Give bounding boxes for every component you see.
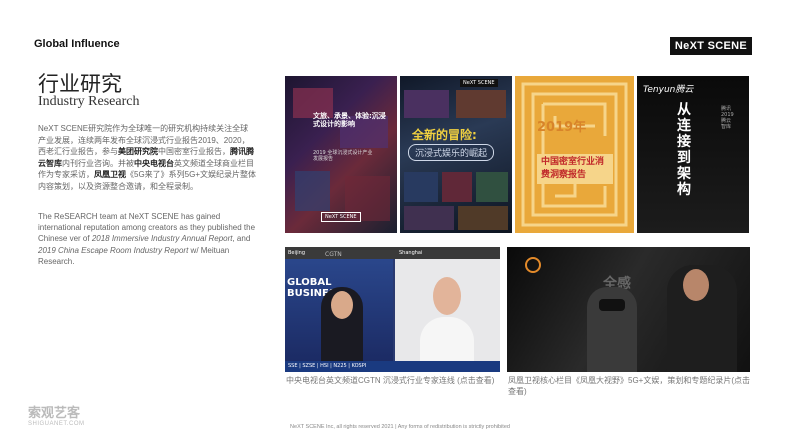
cover2-logo: NeXT SCENE (460, 79, 498, 87)
caption-cgtn[interactable]: 中央电视台英文频道CGTN 沉浸式行业专家连线 (点击查看) (286, 375, 501, 386)
report-cover-tencent[interactable]: Tenyun腾云 从连接到架构 腾讯2019 腾云智库 (637, 76, 749, 233)
cover1-title: 文旅、承景、体验:沉浸式设计的影响 (313, 112, 386, 128)
cover2-subtitle: 沉浸式娱乐的崛起 (408, 144, 495, 161)
stock-ticker: SSE | SZSE | HSI | N225 | KOSPI (288, 363, 367, 369)
cover4-side-text: 腾讯2019 腾云智库 (721, 106, 734, 130)
report-cover-new-adventure[interactable]: NeXT SCENE 全新的冒险: 沉浸式娱乐的崛起 (400, 76, 512, 233)
cgtn-interview-photo[interactable]: Beijing Shanghai CGTN GLOBAL BUSINESS SS… (285, 247, 500, 372)
guest-face (433, 277, 461, 315)
description-cn: NeXT SCENE研究院作为全球唯一的研究机构持续关注全球产业发展，连续两年发… (38, 124, 257, 191)
person-face-right (683, 269, 709, 301)
report-cover-immersive-design[interactable]: 文旅、承景、体验:沉浸式设计的影响 2019 全球沉浸式设计产业发展报告 NeX… (285, 76, 397, 233)
phoenix-vr-photo[interactable]: 全感 (507, 247, 750, 372)
show-banner: GLOBAL BUSINESS (287, 277, 343, 299)
cover2-title: 全新的冒险: (412, 128, 477, 142)
footer-copyright: NeXT SCENE Inc, all rights reserved 2021… (290, 424, 510, 430)
report-cover-escape-room[interactable]: 2019年 中国密室行业消费洞察报告 (515, 76, 634, 233)
section-title: Global Influence (34, 38, 120, 50)
page-title-en: Industry Research (38, 94, 140, 109)
caption-phoenix[interactable]: 凤凰卫视核心栏目《凤凰大视野》5G+文娱，策划和专题纪录片(点击查看) (508, 375, 753, 397)
channel-logo: CGTN (325, 251, 342, 258)
cover3-title: 中国密室行业消费洞察报告 (537, 154, 613, 184)
cover1-subtitle: 2019 全球沉浸式设计产业发展报告 (313, 150, 373, 162)
anchor-face (331, 291, 353, 319)
location-shanghai: Shanghai (399, 250, 423, 256)
cover4-title: 从连接到架构 (677, 102, 691, 198)
description-en: The ReSEARCH team at NeXT SCENE has gain… (38, 212, 256, 266)
cover4-brand: Tenyun腾云 (643, 85, 694, 95)
location-beijing: Beijing (288, 250, 306, 256)
cover3-year: 2019年 (537, 120, 587, 135)
phoenix-logo-icon (525, 257, 541, 273)
brand-logo: NeXT SCENE (669, 37, 752, 55)
cover1-logo: NeXT SCENE (321, 212, 361, 222)
vr-headset (599, 299, 625, 311)
